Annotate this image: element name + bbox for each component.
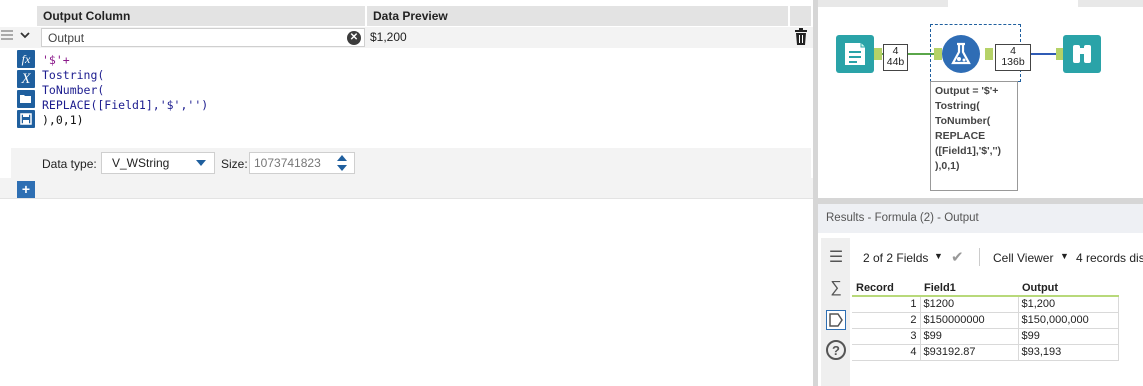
chevron-down-icon[interactable]: ▼ [934,251,943,261]
size-label: Size: [221,157,248,171]
record-cell: 1 [852,295,921,313]
function-icon[interactable]: fx [17,50,35,68]
table-row[interactable]: 2 $150000000 $150,000,000 [852,311,1119,329]
toolbar-separator [979,248,980,266]
output-anchor[interactable] [874,48,882,60]
spin-down-icon[interactable] [337,165,347,171]
save-icon[interactable] [17,110,35,128]
canvas-tab [948,0,1078,7]
spin-up-icon[interactable] [337,155,347,161]
output-cell[interactable]: $1,200 [1017,295,1119,313]
record-size: 44b [886,56,905,68]
data-icon[interactable] [826,310,846,330]
output-anchor[interactable] [985,48,993,60]
expression-code[interactable]: '$'+ Tostring(ToNumber(REPLACE([Field1],'… [42,53,208,128]
browse-tool-icon[interactable] [1063,35,1101,73]
cell-viewer-dropdown[interactable]: Cell Viewer [993,251,1053,265]
expression-line: '$'+ [42,53,70,67]
output-cell[interactable]: $93,193 [1017,343,1119,361]
data-preview-value: $1,200 [370,30,407,44]
output-field-input[interactable] [41,28,365,47]
record-cell: 3 [852,327,921,345]
column-header-record[interactable]: Record [852,280,920,297]
add-row-strip [0,178,813,199]
results-title: Results - Formula (2) - Output [826,212,979,224]
chevron-down-icon[interactable]: ▼ [1060,251,1069,261]
record-count-badge: 4 136b [995,44,1031,71]
data-type-value: V_WString [112,156,170,170]
variable-icon[interactable]: X [17,70,35,88]
expression-line: ToNumber( [42,83,105,97]
trash-icon[interactable] [794,28,808,46]
column-header-field1[interactable]: Field1 [920,280,1018,297]
tool-annotation: Output = '$'+ Tostring( ToNumber( REPLAC… [930,81,1018,191]
clear-icon[interactable]: ✕ [347,31,361,45]
add-icon[interactable]: + [17,181,35,198]
field1-cell[interactable]: $150000000 [919,311,1019,329]
field1-cell[interactable]: $93192.87 [919,343,1019,361]
data-preview-header: Data Preview [367,6,789,26]
record-count-badge: 4 44b [883,44,908,71]
expression-line: Tostring( [42,68,105,82]
field1-cell[interactable]: $1200 [919,295,1019,313]
field1-cell[interactable]: $99 [919,327,1019,345]
summation-icon[interactable]: ∑ [826,278,846,298]
record-cell: 4 [852,343,921,361]
grip-icon[interactable] [0,28,14,44]
check-icon[interactable]: ✔ [951,248,964,266]
expression-line: ),0,1) [42,113,84,127]
column-header-output[interactable]: Output [1018,280,1118,297]
open-folder-icon[interactable] [17,90,35,108]
data-type-label: Data type: [42,157,97,171]
output-cell[interactable]: $150,000,000 [1017,311,1119,329]
table-row[interactable]: 1 $1200 $1,200 [852,295,1119,313]
connection-wire[interactable] [1031,53,1057,55]
chevron-down-icon[interactable] [17,29,33,45]
output-cell[interactable]: $99 [1017,327,1119,345]
expression-line: REPLACE([Field1],'$','') [42,98,209,112]
table-row[interactable]: 4 $93192.87 $93,193 [852,343,1119,361]
header-spacer [790,6,811,26]
formula-tool-icon[interactable] [942,35,980,73]
table-row[interactable]: 3 $99 $99 [852,327,1119,345]
fields-dropdown[interactable]: 2 of 2 Fields [863,251,928,265]
output-column-header: Output Column [37,6,366,26]
help-icon[interactable]: ? [826,340,846,360]
size-value: 1073741823 [254,156,321,170]
record-cell: 2 [852,311,921,329]
metadata-icon[interactable]: ☰ [826,248,846,268]
results-table[interactable]: Record Field1 Output 1 $1200 $1,200 2 $1… [852,280,1119,361]
record-size: 136b [1001,56,1025,68]
table-header-row: Record Field1 Output [852,280,1118,297]
chevron-down-icon[interactable] [196,160,206,166]
records-count-label: 4 records dis [1076,251,1143,265]
input-data-tool-icon[interactable] [836,35,874,73]
